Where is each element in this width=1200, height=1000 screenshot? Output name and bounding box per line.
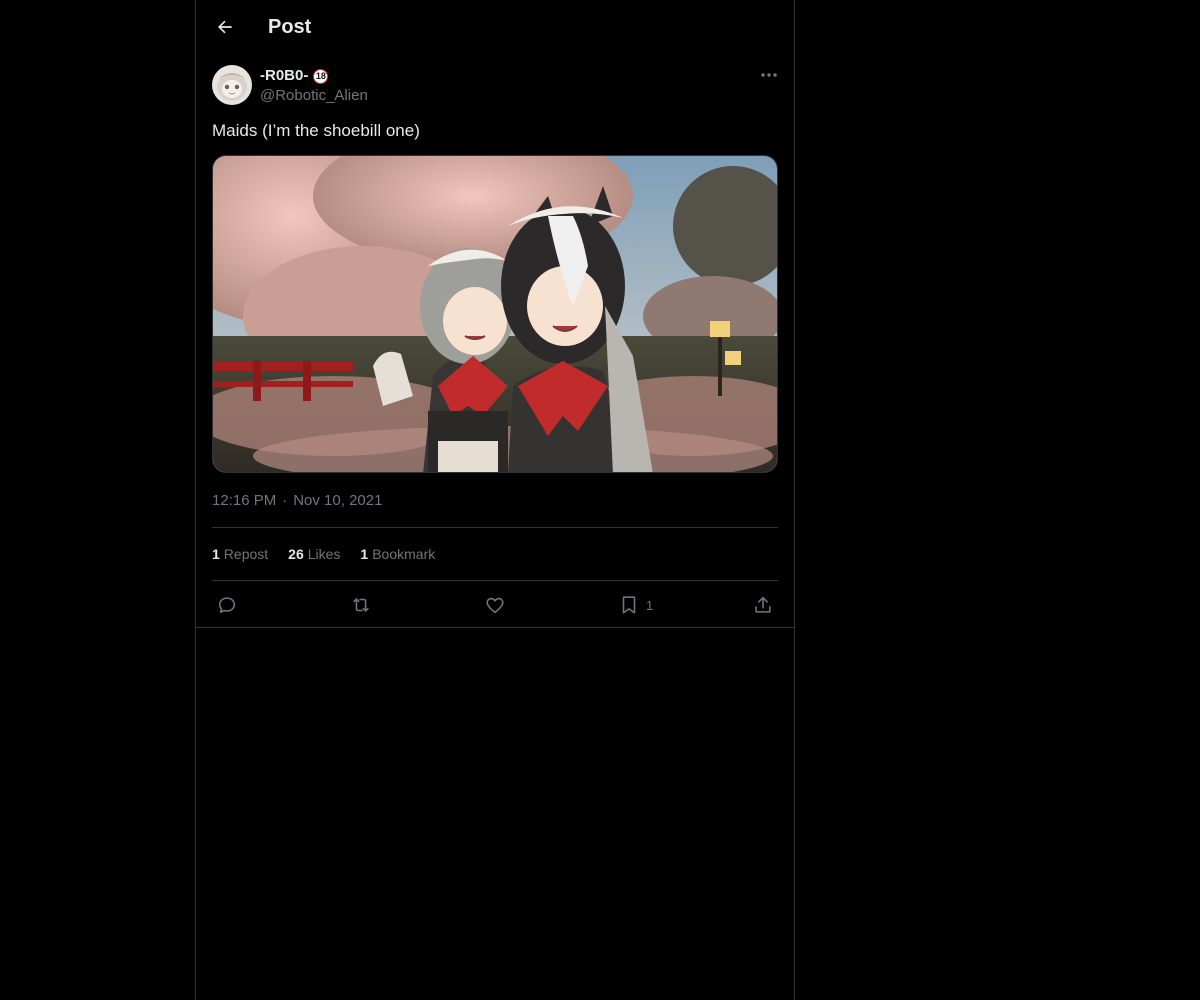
post-text: Maids (I’m the shoebill one) (212, 121, 420, 140)
post-timestamp[interactable]: 12:16 PM · Nov 10, 2021 (212, 491, 382, 511)
reply-button[interactable] (216, 591, 238, 619)
arrow-left-icon (218, 20, 232, 34)
like-button[interactable] (484, 591, 506, 619)
likes-count: 26 (288, 546, 304, 562)
page-title: Post (268, 16, 312, 38)
author-display-name[interactable]: -R0B0- 18 (260, 66, 329, 86)
divider (212, 580, 778, 581)
divider (212, 527, 778, 528)
action-bar: 1 (196, 591, 794, 619)
reposts-label: Repost (223, 546, 269, 562)
age-18-badge-icon: 18 (313, 68, 329, 84)
repost-icon (353, 598, 369, 612)
share-icon (755, 596, 771, 613)
post-date: Nov 10, 2021 (293, 492, 383, 509)
bookmarks-label: Bookmark (372, 546, 436, 562)
maid-avatars-photo (213, 156, 777, 472)
bookmark-button[interactable]: 1 (618, 591, 653, 619)
reposts-count: 1 (212, 546, 220, 562)
timestamp-separator: · (282, 492, 288, 509)
author-name-text: -R0B0- (260, 67, 309, 84)
reply-icon (218, 597, 236, 613)
bookmark-count: 1 (646, 597, 654, 613)
header-bar: Post (196, 0, 794, 53)
repost-button[interactable] (350, 591, 372, 619)
author-handle[interactable]: @Robotic_Alien (260, 86, 368, 106)
heart-icon (486, 597, 504, 614)
post-column: Post -R0B0- 18 @Robotic_Alien Maids (I’m… (195, 0, 795, 1000)
likes-label: Likes (307, 546, 341, 562)
bookmarks-count: 1 (360, 546, 369, 562)
reposts-stat[interactable]: 1 Repost (212, 544, 268, 564)
post-time: 12:16 PM (212, 492, 277, 509)
bookmark-icon (622, 596, 636, 614)
share-button[interactable] (752, 591, 774, 619)
more-options-button[interactable] (758, 63, 780, 87)
post-image[interactable] (212, 155, 778, 473)
avatar[interactable] (212, 65, 252, 105)
bookmarks-stat[interactable]: 1 Bookmark (360, 544, 435, 564)
post-bottom-border (196, 627, 794, 628)
back-button[interactable] (208, 10, 242, 44)
more-horizontal-icon (761, 73, 777, 77)
likes-stat[interactable]: 26 Likes (288, 544, 340, 564)
post-stats: 1 Repost 26 Likes 1 Bookmark (212, 544, 455, 564)
